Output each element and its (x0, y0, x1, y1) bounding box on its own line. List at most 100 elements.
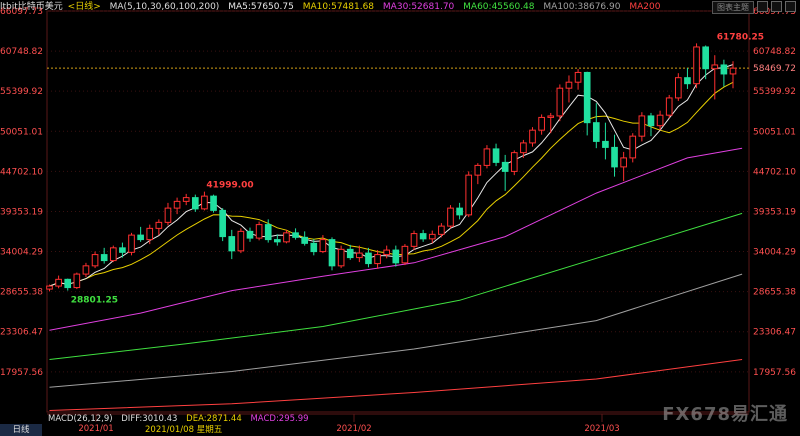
candlestick-chart[interactable]: 66097.73 66097.7360748.82 60748.8255399.92… (0, 0, 800, 436)
candle-body (665, 97, 673, 116)
window-controls: 图表主题 (712, 1, 796, 14)
candle-body (164, 207, 172, 223)
y-tick-right: 50051.01 (753, 127, 796, 137)
ma200-label: MA200 (629, 2, 661, 12)
macd-value: MACD:295.99 (250, 414, 309, 424)
y-tick-right: 39353.19 (753, 207, 796, 217)
y-tick-left: 23306.47 (0, 328, 43, 338)
ma60-label: MA60:45560.48 (463, 2, 535, 12)
candle-body (255, 224, 263, 239)
candle-body (392, 249, 400, 264)
candle-body (483, 148, 491, 166)
symbol-label: ltbit比特币美元 (0, 2, 63, 12)
candle-body (702, 46, 709, 70)
candle-body (64, 278, 72, 289)
candle-body (447, 207, 454, 227)
candle-body (82, 265, 90, 275)
chart-stage: 66097.73 66097.73 60748.82 60748.82 55399.92… (0, 0, 800, 436)
candle-body (547, 115, 555, 118)
macd-spec: MACD(26,12,9) (48, 414, 113, 424)
ma5-label: MA5:57650.75 (228, 2, 294, 12)
candle-body (137, 234, 144, 241)
candle-body (73, 273, 81, 289)
candle-body (501, 161, 509, 172)
candle-body (274, 239, 281, 243)
candle-body (647, 115, 655, 127)
candle-body (456, 207, 463, 216)
candle-body (365, 252, 372, 265)
candle-body (201, 195, 208, 210)
current-price-label: 58469.72 (753, 64, 796, 74)
ma30-label: MA30:52681.70 (382, 2, 455, 12)
candle-body (310, 242, 318, 253)
macd-diff: DIFF:3010.43 (121, 414, 178, 424)
ma100-line (49, 273, 743, 388)
candle-body (720, 64, 728, 75)
candle-body (419, 233, 427, 240)
candle-body (674, 77, 682, 99)
y-tick-right: 23306.47 (753, 328, 796, 338)
candle-body (656, 114, 664, 127)
candle-body (337, 248, 345, 267)
candle-body (319, 239, 327, 253)
y-tick-left: 50051.01 (0, 127, 43, 137)
candle-body (55, 278, 62, 287)
ma30-line (49, 147, 743, 331)
y-tick-right: 34004.29 (753, 248, 796, 258)
close-icon[interactable] (785, 1, 796, 12)
y-tick-left: 34004.29 (0, 248, 43, 258)
candle-body (91, 254, 99, 267)
candle-body (283, 232, 290, 243)
candle-body (410, 233, 418, 247)
y-tick-left: 44702.10 (0, 167, 43, 177)
candle-body (237, 230, 245, 252)
candle-body (191, 197, 199, 210)
candle-body (510, 152, 518, 172)
candle-body (100, 254, 108, 262)
candle-body (492, 148, 500, 163)
candle-body (401, 245, 409, 264)
candle-body (574, 71, 582, 83)
period-tab[interactable]: 日线 (0, 424, 42, 436)
candle-body (246, 230, 254, 239)
y-tick-left: 39353.19 (0, 207, 43, 217)
y-tick-left: 60748.82 (0, 47, 43, 57)
candle-body (474, 164, 482, 176)
y-tick-right: 55399.92 (753, 87, 796, 97)
candle-body (520, 142, 527, 154)
candle-body (292, 232, 299, 238)
candle-body (638, 115, 646, 137)
candle-body (128, 234, 135, 253)
candle-body (228, 236, 236, 252)
candle-body (219, 209, 226, 238)
candle-body (328, 239, 336, 267)
candle-body (155, 221, 163, 229)
candle-body (428, 233, 436, 240)
candle-body (620, 157, 627, 168)
macd-dea: DEA:2871.44 (186, 414, 242, 424)
candle-body (146, 227, 154, 241)
candle-body (356, 252, 363, 259)
candle-body (538, 116, 545, 131)
maximize-icon[interactable] (771, 1, 782, 12)
candle-body (602, 140, 609, 148)
y-tick-left: 17957.56 (0, 368, 43, 378)
candle-body (264, 224, 272, 241)
candle-body (383, 249, 391, 256)
candle-body (182, 197, 190, 202)
chart-theme-button[interactable]: 图表主题 (712, 1, 754, 14)
y-tick-right: 44702.10 (753, 167, 796, 177)
candle-body (629, 135, 637, 159)
candle-body (210, 195, 217, 211)
candle-body (119, 247, 126, 253)
period-label[interactable]: <日线> (68, 2, 101, 12)
macd-header: MACD(26,12,9) DIFF:3010.43 DEA:2871.44 M… (48, 414, 315, 424)
y-tick-right: 60748.82 (753, 47, 796, 57)
y-tick-right: 17957.56 (753, 368, 796, 378)
ma10-line (49, 81, 734, 287)
candle-body (438, 225, 445, 235)
indicator-header: ltbit比特币美元 <日线> MA(5,10,30,60,100,200) M… (0, 0, 666, 14)
ma60-line (49, 212, 743, 360)
ma10-label: MA10:57481.68 (302, 2, 375, 12)
minimize-icon[interactable] (757, 1, 768, 12)
